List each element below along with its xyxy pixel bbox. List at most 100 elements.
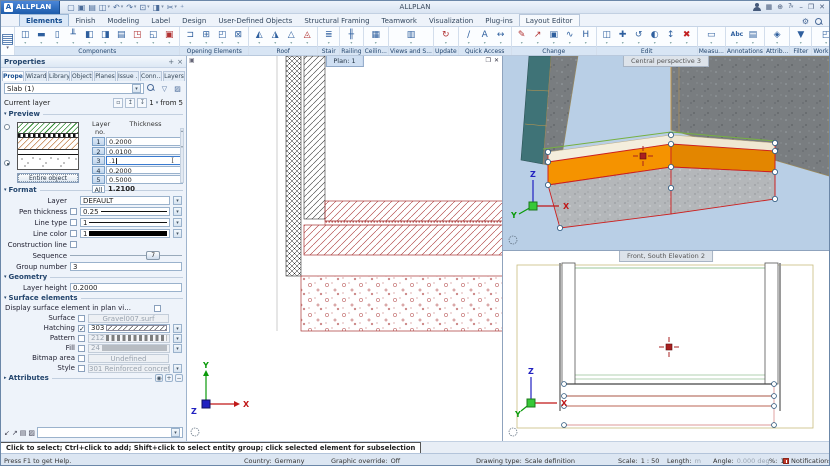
user-account-icon[interactable] xyxy=(753,3,761,12)
bitmap-button[interactable]: Undefined xyxy=(88,354,169,363)
corner-window-icon[interactable]: ◰▾ xyxy=(214,29,230,45)
convert-spline-icon[interactable]: ∿▾ xyxy=(562,29,578,45)
modify-height-icon[interactable]: H▾ xyxy=(578,29,594,45)
open-project-icon[interactable]: ▣ xyxy=(77,2,87,13)
panel-tab-issue[interactable]: Issue ... xyxy=(117,71,139,81)
perspective-viewport[interactable]: Central perspective 3 xyxy=(503,56,829,251)
style-checkbox[interactable] xyxy=(78,365,85,372)
allplan-logo-button[interactable]: A ALLPLAN xyxy=(1,1,60,14)
panel-tab-library[interactable]: Library xyxy=(48,71,70,81)
menu-tab-structural-framing[interactable]: Structural Framing xyxy=(298,15,375,26)
thickness-input[interactable]: 0.5000 xyxy=(106,175,183,184)
surface-file-button[interactable]: Gravel007.surf xyxy=(88,314,169,323)
layer-down-icon[interactable]: ↧ xyxy=(137,98,147,108)
mirror-icon[interactable]: ◐▾ xyxy=(647,29,663,45)
components-flyout-button[interactable]: ▤ ▾ xyxy=(1,27,15,55)
settings-gear-icon[interactable]: ⚙ xyxy=(802,17,809,26)
panel-tab-wizards[interactable]: Wizards xyxy=(25,71,47,81)
fill-dropdown[interactable]: 24 xyxy=(88,344,170,353)
menu-tab-teamwork[interactable]: Teamwork xyxy=(376,15,423,26)
workspace-plan-icon[interactable]: ◰▾ xyxy=(818,29,830,45)
line-icon[interactable]: ∕▾ xyxy=(461,29,477,45)
dimension-line-icon[interactable]: ↔▾ xyxy=(493,29,509,45)
rotate-icon[interactable]: ↺▾ xyxy=(631,29,647,45)
move-icon[interactable]: ✚▾ xyxy=(615,29,631,45)
geometry-section-header[interactable]: ▾Geometry xyxy=(1,272,186,282)
shop-cart-icon[interactable]: ⊕ xyxy=(777,2,783,13)
table-scrollbar[interactable]: ▴▾ xyxy=(180,128,184,183)
take-parameters-icon[interactable]: ↙ xyxy=(4,429,10,437)
chevron-down-icon[interactable]: ▾ xyxy=(161,4,164,10)
undo-icon[interactable]: ↶ xyxy=(112,2,121,13)
group-number-input[interactable]: 3 xyxy=(70,262,182,271)
window-icon[interactable]: ⊞▾ xyxy=(198,29,214,45)
pattern-checkbox[interactable] xyxy=(78,335,85,342)
preview-radio-entire[interactable] xyxy=(4,160,10,166)
chevron-down-icon[interactable]: ▾ xyxy=(173,364,182,373)
update-3d-icon[interactable]: ↻▾ xyxy=(438,29,454,45)
wall-icon[interactable]: ◫▾ xyxy=(17,29,33,45)
edit-properties-icon[interactable]: ▣▾ xyxy=(546,29,562,45)
thickness-input[interactable]: 0.2000 xyxy=(106,137,183,146)
chevron-down-icon[interactable]: ▾ xyxy=(134,4,137,10)
panel-tab-planes[interactable]: Planes xyxy=(94,71,116,81)
chevron-down-icon[interactable]: ▾ xyxy=(174,4,177,10)
entire-object-button[interactable]: Entire object xyxy=(17,173,79,183)
smart-component-icon[interactable]: ▣▾ xyxy=(161,29,177,45)
layer-number-button[interactable]: 4 xyxy=(92,166,105,175)
minimize-button[interactable]: – xyxy=(799,2,803,13)
thickness-input[interactable]: .1I xyxy=(106,156,183,165)
roof-plane-icon[interactable]: ◭▾ xyxy=(251,29,267,45)
roof-frame-icon[interactable]: △▾ xyxy=(283,29,299,45)
line-type-dropdown[interactable]: 1 xyxy=(80,218,170,227)
line-type-checkbox[interactable] xyxy=(70,219,77,226)
panel-tab-layers[interactable]: Layers xyxy=(163,71,185,81)
attributes-remove-icon[interactable]: − xyxy=(175,374,183,382)
copy-icon[interactable]: ⊡ xyxy=(138,2,147,13)
dormer-icon[interactable]: ◬▾ xyxy=(299,29,315,45)
line-color-checkbox[interactable] xyxy=(70,230,77,237)
menu-tab-layout-editor[interactable]: Layout Editor xyxy=(519,14,580,26)
tools-icon[interactable]: ✂ xyxy=(166,2,175,13)
measure-icon[interactable]: ▭▾ xyxy=(703,29,719,45)
menu-tab-visualization[interactable]: Visualization xyxy=(423,15,479,26)
attributes-add-icon[interactable]: + xyxy=(165,374,173,382)
thickness-input[interactable]: 0.0100 xyxy=(106,147,183,156)
preview-section-header[interactable]: ▾Preview xyxy=(1,109,186,119)
viewport-maximize-icon[interactable]: ❐ xyxy=(486,57,491,64)
chevron-down-icon[interactable]: ▾ xyxy=(132,84,141,93)
more-icon[interactable]: ⁺ xyxy=(179,2,185,13)
door-icon[interactable]: ⊐▾ xyxy=(182,29,198,45)
chevron-down-icon[interactable]: ▾ xyxy=(173,218,182,227)
wall-opening-icon[interactable]: ◳▾ xyxy=(129,29,145,45)
chevron-down-icon[interactable]: ▾ xyxy=(156,100,159,106)
viewport-menu-icon[interactable]: ▣ xyxy=(189,57,195,64)
current-layer-value[interactable]: 1 xyxy=(149,99,153,107)
layer-number-button[interactable]: 2 xyxy=(92,147,105,156)
plan-drawing[interactable]: Y X Z xyxy=(187,56,503,441)
load-favorite-icon[interactable]: ▨ xyxy=(28,429,35,437)
label-icon[interactable]: ▤▾ xyxy=(745,29,761,45)
apply-parameters-icon[interactable]: ↗ xyxy=(12,429,18,437)
chevron-down-icon[interactable]: ▾ xyxy=(173,324,182,333)
modify-pen-icon[interactable]: ✎▾ xyxy=(514,29,530,45)
perspective-drawing[interactable]: Z X Y xyxy=(503,56,829,251)
roof-covering-icon[interactable]: ◮▾ xyxy=(267,29,283,45)
sequence-slider[interactable]: 7 xyxy=(70,251,182,260)
plan-viewport-title[interactable]: Plan: 1 xyxy=(325,56,363,67)
text-icon[interactable]: A▾ xyxy=(477,29,493,45)
preview-radio-top[interactable] xyxy=(4,124,10,130)
chevron-down-icon[interactable]: ▾ xyxy=(121,4,124,10)
layer-dropdown[interactable]: DEFAULT xyxy=(80,196,170,205)
save-icon[interactable]: ▤ xyxy=(87,2,97,13)
attributes-options-icon[interactable]: ◉ xyxy=(155,374,163,382)
pen-thickness-checkbox[interactable] xyxy=(70,208,77,215)
panel-tab-objects[interactable]: Objects xyxy=(71,71,93,81)
panel-close-icon[interactable]: × xyxy=(177,58,183,66)
ceiling-icon[interactable]: ▦▾ xyxy=(368,29,384,45)
help-icon[interactable]: ?▾ xyxy=(788,1,794,13)
panel-match-icon[interactable]: ▨ xyxy=(172,83,183,94)
compass-icon[interactable] xyxy=(191,428,199,436)
railing-icon[interactable]: ╫▾ xyxy=(343,29,359,45)
chevron-down-icon[interactable]: ▾ xyxy=(107,4,110,10)
